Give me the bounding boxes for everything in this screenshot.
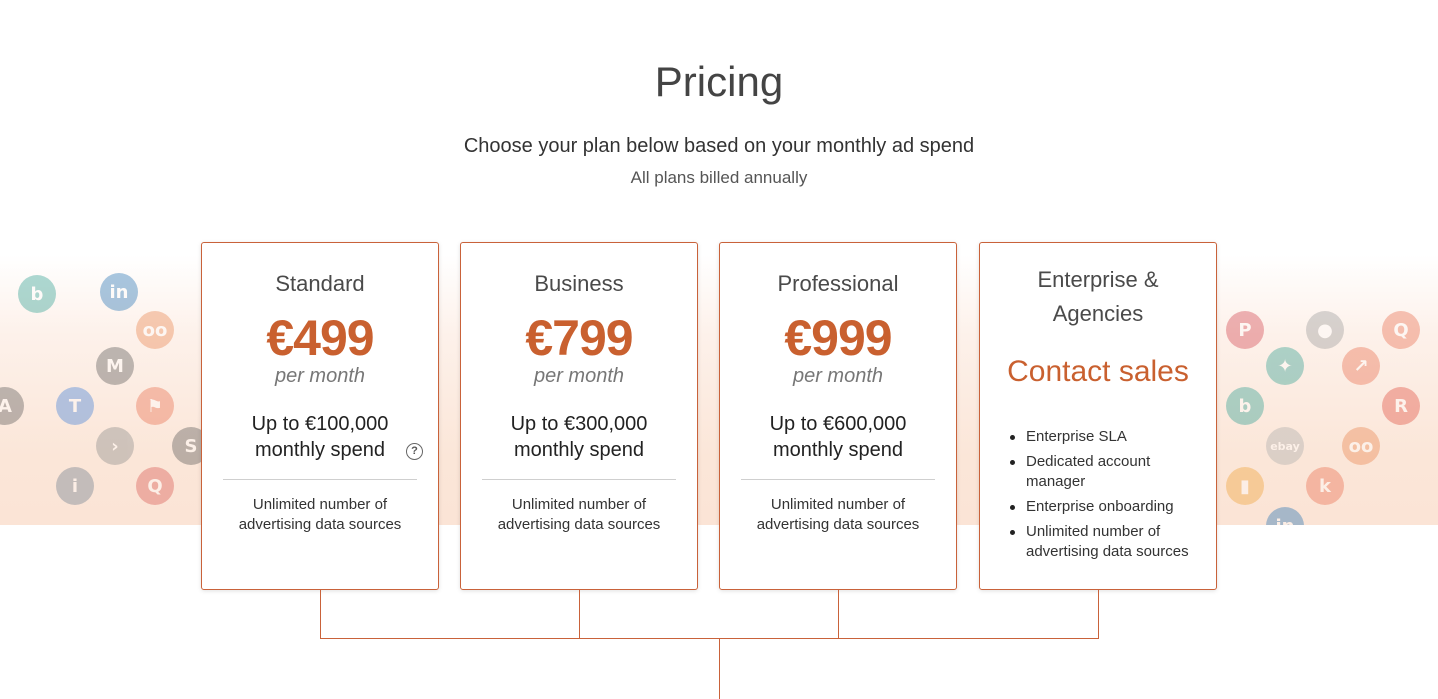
plan-card-professional[interactable]: Professional €999 per month Up to €600,0… [719,242,957,590]
plan-spend-line: monthly spend [254,439,386,461]
plan-feature: Unlimited number of advertising data sou… [730,495,946,535]
card-divider [482,479,676,480]
plan-spend-limit: Up to €600,000 monthly spend [720,411,956,463]
plan-price: €999 [784,310,892,366]
plan-name: Professional [777,271,899,296]
plan-spend-line: Up to €100,000 [251,413,389,435]
connector-line [320,638,1099,639]
a-logo-icon: A [0,387,24,425]
plan-feature-line: advertising data sources [238,516,402,533]
page-subtitle: Choose your plan below based on your mon… [463,135,975,157]
connector-line [320,590,321,639]
mailchimp-logo-icon: M [96,347,134,385]
feature-list-item: Enterprise SLA [1010,427,1202,447]
feature-list-item: Dedicated account manager [1010,452,1202,492]
plan-feature-line: Unlimited number of [511,496,647,513]
plan-feature: Unlimited number of advertising data sou… [212,495,428,535]
plan-spend-limit: Up to €300,000 monthly spend [461,411,697,463]
share-logo-icon: ↗ [1342,347,1380,385]
plan-spend-limit: Up to €100,000 monthly spend [202,411,438,463]
plan-feature-line: Unlimited number of [770,496,906,513]
plan-spend-line: monthly spend [513,439,645,461]
arrow-logo-icon: › [96,427,134,465]
tripadvisor-logo-icon: oo [136,311,174,349]
enterprise-feature-list: Enterprise SLA Dedicated account manager… [1010,427,1202,567]
feature-list-item: Enterprise onboarding [1010,497,1202,517]
q-logo-icon: Q [136,467,174,505]
teal-logo-icon: ✦ [1266,347,1304,385]
contact-sales-link[interactable]: Contact sales [980,355,1216,389]
plan-name: Standard [275,271,365,296]
plan-name: Business [534,271,624,296]
plan-card-standard[interactable]: Standard €499 per month Up to €100,000 m… [201,242,439,590]
q-logo-icon: Q [1382,311,1420,349]
plan-card-enterprise[interactable]: Enterprise & Agencies Contact sales Ente… [979,242,1217,590]
plan-period: per month [274,365,366,387]
plan-spend-line: monthly spend [772,439,904,461]
plan-period: per month [792,365,884,387]
card-divider [741,479,935,480]
plan-price: €799 [525,310,633,366]
plan-feature-line: Unlimited number of [252,496,388,513]
plan-price: €499 [266,310,374,366]
r-logo-icon: R [1382,387,1420,425]
plan-name: Enterprise & Agencies [980,263,1216,331]
linkedin-logo-icon: in [1266,507,1304,525]
bing-logo-icon: b [18,275,56,313]
apple-logo-icon: ● [1306,311,1344,349]
question-circle-icon[interactable]: ? [406,443,423,460]
plan-feature-line: advertising data sources [497,516,661,533]
connector-line [1098,590,1099,639]
connector-line [579,590,580,639]
plan-period: per month [533,365,625,387]
pinterest-logo-icon: P [1226,311,1264,349]
plan-spend-line: Up to €600,000 [769,413,907,435]
feature-list-item: Unlimited number of advertising data sou… [1010,522,1202,562]
ebay-logo-icon: ebay [1266,427,1304,465]
card-divider [223,479,417,480]
plan-spend-line: Up to €300,000 [510,413,648,435]
page-title: Pricing [654,58,784,105]
plan-feature: Unlimited number of advertising data sou… [471,495,687,535]
plan-name-line: Enterprise & [1037,267,1159,292]
runner-logo-icon: ⚑ [136,387,174,425]
plan-name-line: Agencies [1052,301,1144,326]
connector-line [719,638,720,699]
bing-logo-icon: b [1226,387,1264,425]
kayak-logo-icon: k [1306,467,1344,505]
linkedin-logo-icon: in [100,273,138,311]
tripadvisor-logo-icon: oo [1342,427,1380,465]
analytics-logo-icon: ▮ [1226,467,1264,505]
billing-note: All plans billed annually [630,168,808,187]
plan-feature-line: advertising data sources [756,516,920,533]
connector-line [838,590,839,639]
plan-card-business[interactable]: Business €799 per month Up to €300,000 m… [460,242,698,590]
toptal-logo-icon: T [56,387,94,425]
info-logo-icon: i [56,467,94,505]
